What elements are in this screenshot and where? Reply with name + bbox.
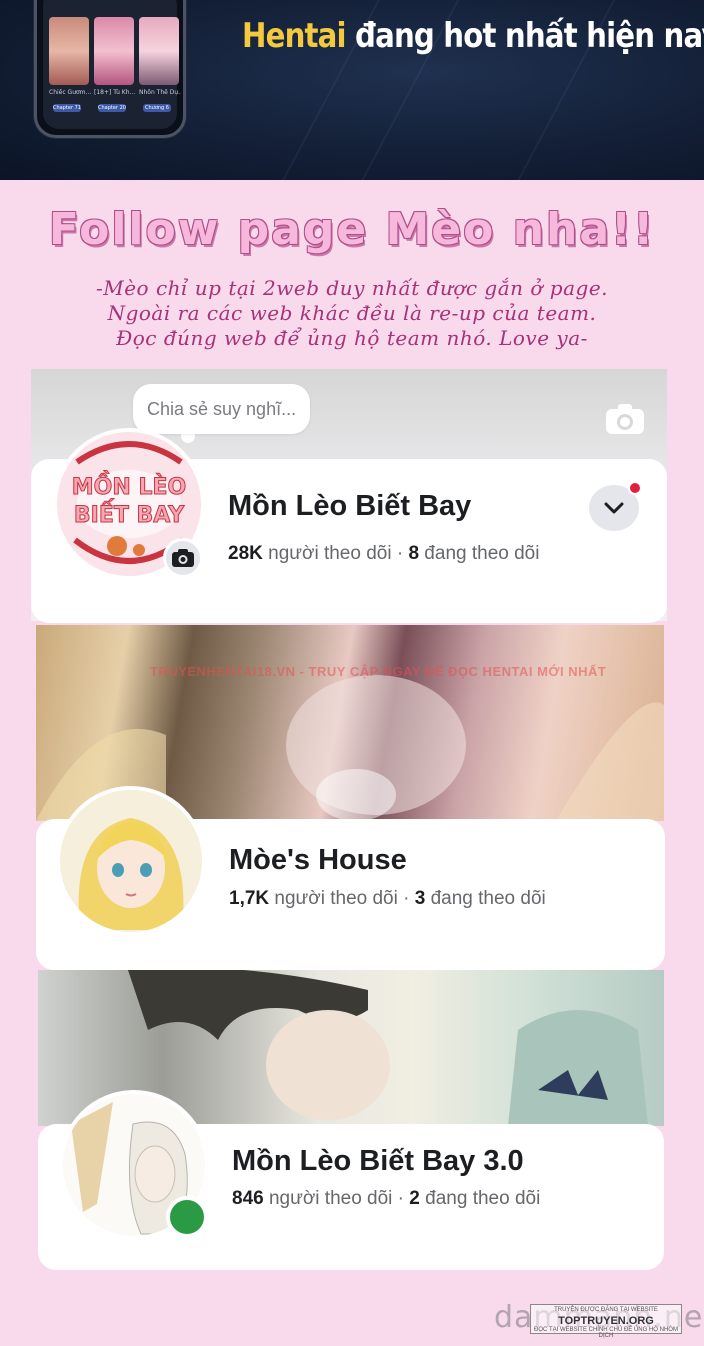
page-stats: 1,7K người theo dõi · 3 đang theo dõi bbox=[229, 888, 546, 910]
followers-count: 1,7K bbox=[229, 888, 270, 909]
following-count: 3 bbox=[414, 888, 426, 909]
page-name[interactable]: Mồn Lèo Biết Bay 3.0 bbox=[232, 1145, 524, 1178]
footer-box-line: TRUYỆN ĐƯỢC ĐĂNG TẠI WEBSITE bbox=[554, 1307, 658, 1313]
chapter-badge: Chapter 71 bbox=[53, 104, 81, 112]
status-composer[interactable]: Chia sẻ suy nghĩ... bbox=[133, 384, 311, 434]
chapter-badge: Chương 6 bbox=[143, 104, 171, 112]
page-stats: 846 người theo dõi · 2 đang theo dõi bbox=[232, 1188, 540, 1210]
followers-label: người theo dõi · bbox=[262, 543, 409, 564]
page-name[interactable]: Mòe's House bbox=[229, 844, 407, 877]
following-count: 2 bbox=[409, 1188, 420, 1209]
followers-count: 846 bbox=[232, 1188, 264, 1209]
cover-watermark: TRUYENHENTAI18.VN - TRUY CẬP NGAY ĐỂ ĐỌC… bbox=[150, 664, 607, 679]
following-label: đang theo dõi bbox=[425, 888, 546, 909]
avatar-camera-icon[interactable] bbox=[163, 538, 203, 578]
followers-count: 28K bbox=[228, 543, 263, 564]
comic-thumbnail[interactable] bbox=[94, 17, 134, 85]
banner-title: Hentai đang hot nhất hiện nay. bbox=[242, 16, 704, 56]
banner-title-highlight: Hentai bbox=[242, 16, 347, 56]
notice-line: -Mèo chỉ up tại 2web duy nhất được gắn ở… bbox=[95, 276, 609, 300]
followers-label: người theo dõi · bbox=[269, 888, 415, 909]
footer-watermark-box: TRUYỆN ĐƯỢC ĐĂNG TẠI WEBSITE TOPTRUYEN.O… bbox=[530, 1304, 682, 1339]
blonde-girl-avatar bbox=[60, 790, 202, 932]
notice-line: Đọc đúng web để ủng hộ team nhó. Love ya… bbox=[116, 326, 588, 350]
notification-dot bbox=[628, 481, 642, 495]
following-count: 8 bbox=[408, 543, 420, 564]
followers-label: người theo dõi · bbox=[263, 1188, 410, 1209]
page-stats: 28K người theo dõi · 8 đang theo dõi bbox=[228, 543, 539, 565]
comic-caption: Nhốn Thế Dụ... bbox=[139, 89, 181, 96]
promo-banner: Chiếc Gươm... [18+] Tù Kh... Nhốn Thế Dụ… bbox=[0, 0, 704, 180]
svg-text:BIẾT BAY: BIẾT BAY bbox=[74, 499, 185, 528]
camera-icon[interactable] bbox=[605, 403, 645, 435]
phone-mockup: Chiếc Gươm... [18+] Tù Kh... Nhốn Thế Dụ… bbox=[34, 0, 186, 138]
comic-caption: [18+] Tù Kh... bbox=[94, 89, 136, 96]
comic-caption: Chiếc Gươm... bbox=[49, 89, 91, 96]
following-label: đang theo dõi bbox=[419, 543, 540, 564]
footer-box-line: TOPTRUYEN.ORG bbox=[558, 1315, 654, 1327]
page-name[interactable]: Mồn Lèo Biết Bay bbox=[228, 490, 471, 523]
comic-thumbnail[interactable] bbox=[139, 17, 179, 85]
svg-text:MỒN LÈO: MỒN LÈO bbox=[72, 471, 186, 500]
notice-line: Ngoài ra các web khác đều là re-up của t… bbox=[107, 301, 597, 325]
follow-title: Follow page Mèo nha!! bbox=[48, 204, 656, 255]
following-label: đang theo dõi bbox=[419, 1188, 541, 1209]
online-status-indicator bbox=[166, 1196, 208, 1238]
banner-title-rest: đang hot nhất hiện nay. bbox=[345, 16, 704, 56]
page-avatar[interactable] bbox=[56, 786, 206, 936]
footer-box-line: ĐỌC TẠI WEBSITE CHÍNH CHỦ ĐỂ ỦNG HỘ NHÓM… bbox=[534, 1327, 678, 1339]
comic-thumbnail[interactable] bbox=[49, 17, 89, 85]
chapter-badge: Chapter 20 bbox=[98, 104, 126, 112]
